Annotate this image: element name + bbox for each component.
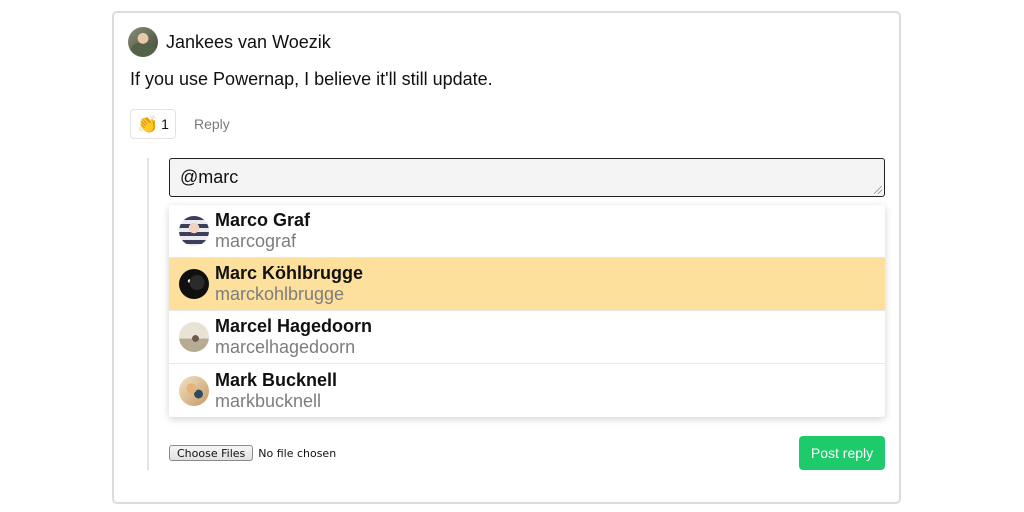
file-upload: Choose Files No file chosen	[169, 445, 336, 461]
reply-textarea[interactable]: @marc	[169, 158, 885, 197]
choose-files-button[interactable]: Choose Files	[169, 445, 254, 461]
comment-body: If you use Powernap, I believe it'll sti…	[130, 69, 493, 89]
resize-handle-icon[interactable]	[874, 186, 882, 194]
mention-handle: markbucknell	[215, 390, 322, 411]
mention-handle: marcelhagedoorn	[215, 337, 356, 357]
comment-card: Jankees van Woezik If you use Powernap, …	[112, 11, 901, 504]
mention-suggestions-dropdown: Marco Graf marcograf Marc Köhlbrugge mar…	[169, 205, 885, 417]
thread-indent-line	[147, 158, 149, 470]
mention-name: Marco Graf	[215, 210, 311, 230]
mention-option[interactable]: Marco Graf marcograf	[169, 205, 885, 258]
clap-icon: 👏	[137, 114, 159, 134]
avatar	[179, 269, 209, 299]
mention-option[interactable]: Mark Bucknell markbucknell	[169, 364, 885, 417]
clap-reaction-button[interactable]: 👏 1	[130, 109, 176, 139]
mention-handle: marckohlbrugge	[215, 284, 345, 304]
comment-author: Jankees van Woezik	[128, 27, 331, 57]
mention-name: Marc Köhlbrugge	[215, 263, 364, 283]
reaction-count: 1	[161, 116, 169, 132]
mention-option[interactable]: Marc Köhlbrugge marckohlbrugge	[169, 258, 885, 311]
mention-name: Mark Bucknell	[215, 369, 338, 390]
avatar[interactable]	[128, 27, 158, 57]
comment-actions: 👏 1 Reply	[130, 109, 230, 139]
mention-name: Marcel Hagedoorn	[215, 316, 373, 336]
avatar	[179, 375, 209, 406]
file-status: No file chosen	[258, 446, 337, 460]
reply-link[interactable]: Reply	[194, 116, 230, 132]
post-reply-button[interactable]: Post reply	[799, 436, 885, 470]
mention-option[interactable]: Marcel Hagedoorn marcelhagedoorn	[169, 311, 885, 364]
avatar	[179, 322, 209, 352]
reply-textarea-value: @marc	[180, 167, 239, 187]
mention-handle: marcograf	[215, 231, 297, 251]
author-name[interactable]: Jankees van Woezik	[166, 32, 331, 53]
avatar	[179, 216, 209, 246]
